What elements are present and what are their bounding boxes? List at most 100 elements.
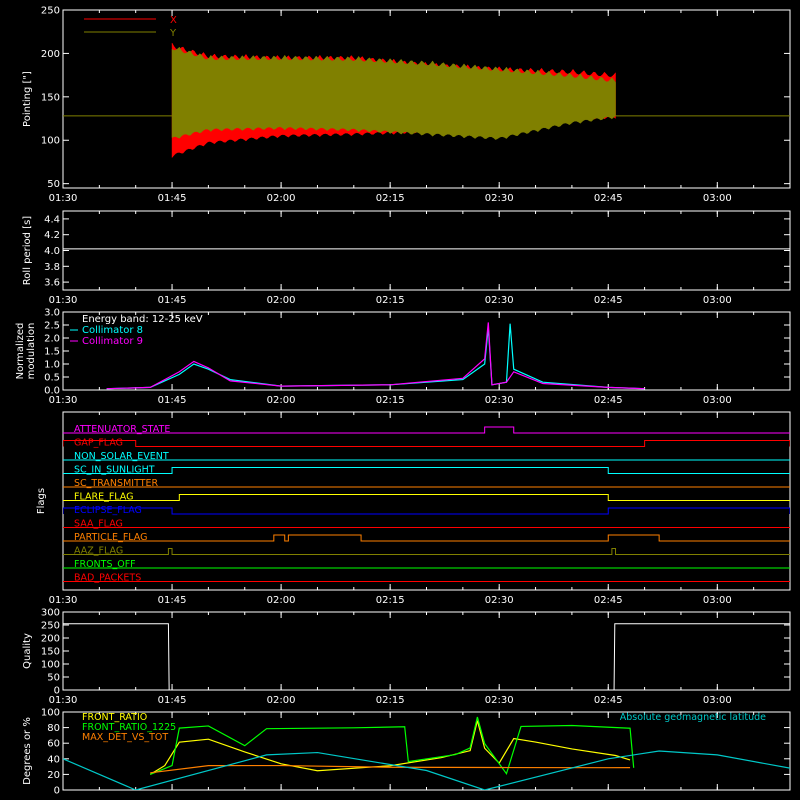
x-tick-label: 02:15: [376, 695, 405, 706]
flag-label-saa-flag: SAA_FLAG: [74, 519, 123, 530]
x-tick-label: 02:00: [267, 295, 296, 306]
x-tick-label: 03:00: [703, 595, 732, 606]
flag-label-particle-flag: PARTICLE_FLAG: [74, 532, 147, 543]
rhessi-quicklook-figure: 01:30 01:45 02:00 02:15 02:30 02:45 03:00 50 100…: [0, 0, 800, 800]
y-tick-label: 80: [47, 723, 60, 734]
x-tick-label: 02:00: [267, 695, 296, 706]
x-tick-label: 02:00: [267, 395, 296, 406]
y-axis-label: Flags: [36, 488, 47, 514]
y-tick-label: 1.5: [44, 347, 60, 358]
x-tick-label: 02:45: [594, 695, 623, 706]
y-tick-label: 100: [41, 136, 60, 147]
flag-label-attenuator-state: ATTENUATOR_STATE: [74, 424, 170, 435]
flag-label-eclipse-flag: ECLIPSE_FLAG: [74, 505, 142, 516]
x-tick-label: 02:15: [376, 595, 405, 606]
x-tick-label: 03:00: [703, 695, 732, 706]
y-tick-label: 100: [41, 660, 60, 671]
x-tick-label: 03:00: [703, 193, 732, 204]
x-tick-label: 02:45: [594, 395, 623, 406]
x-tick-label: 02:30: [485, 395, 514, 406]
x-tick-label: 02:45: [594, 295, 623, 306]
y-tick-label: 60: [47, 739, 60, 750]
multi-panel-chart: 01:30 01:45 02:00 02:15 02:30 02:45 03:00 50 100…: [15, 6, 791, 797]
y-tick-label: 4.4: [44, 214, 60, 225]
y-axis-label: Degrees or %: [22, 717, 33, 785]
legend-label-y: Y: [169, 28, 177, 39]
y-tick-label: 4.0: [44, 246, 60, 257]
x-tick-label: 03:00: [703, 295, 732, 306]
legend-label: Collimator 9: [82, 336, 143, 347]
y-tick-label: 3.6: [44, 278, 60, 289]
flag-trace-flare-flag: [63, 494, 790, 501]
series-collimator-9: [106, 322, 645, 390]
plot-area: [106, 322, 645, 390]
flag-label-gap-flag: GAP_FLAG: [74, 438, 123, 449]
y-tick-label: 0.0: [44, 386, 60, 397]
y-tick-label: 200: [41, 49, 60, 60]
y-tick-label: 4.2: [44, 230, 60, 241]
panel-4: 01:30 01:45 02:00 02:15 02:30 02:45 03:00 Flags…: [36, 411, 791, 606]
x-tick-label: 01:45: [158, 193, 187, 204]
x-tick-label: 01:30: [49, 595, 78, 606]
x-tick-label: 01:45: [158, 295, 187, 306]
legend-label: Collimator 8: [82, 325, 143, 336]
x-tick-label: 02:45: [594, 595, 623, 606]
y-axis-label: Roll period [s]: [22, 216, 33, 285]
y-axis-label: modulation: [26, 323, 37, 380]
series-line: [63, 623, 790, 690]
plot-area: [63, 426, 790, 582]
panel-5: 01:30 01:45 02:00 02:15 02:30 02:45 03:00 0 50 10…: [22, 608, 791, 706]
x-tick-label: 02:30: [485, 295, 514, 306]
y-axis-label: Pointing ["]: [22, 71, 33, 127]
y-tick-label: 300: [41, 608, 60, 619]
y-tick-label: 2.0: [44, 334, 60, 345]
series-collimator-8: [106, 323, 645, 390]
y-tick-label: 250: [41, 621, 60, 632]
x-tick-label: 01:30: [49, 395, 78, 406]
y-tick-label: 3.0: [44, 308, 60, 319]
x-tick-label: 01:30: [49, 695, 78, 706]
x-tick-label: 02:30: [485, 695, 514, 706]
x-tick-label: 02:00: [267, 595, 296, 606]
flag-label-fronts-off: FRONTS_OFF: [74, 559, 136, 570]
x-tick-label: 02:00: [267, 193, 296, 204]
flag-label-aaz-flag: AAZ_FLAG: [74, 546, 123, 557]
panel-frame: [62, 210, 791, 291]
y-tick-label: 0.5: [44, 373, 60, 384]
x-tick-label: 01:30: [49, 193, 78, 204]
y-tick-label: 1.0: [44, 360, 60, 371]
flag-trace-attenuator-state: [63, 426, 790, 434]
y-tick-label: 100: [41, 708, 60, 719]
x-tick-label: 02:45: [594, 193, 623, 204]
legend-label-x: X: [170, 15, 177, 26]
y-tick-label: 3.8: [44, 262, 60, 273]
x-tick-label: 01:30: [49, 295, 78, 306]
x-tick-label: 01:45: [158, 395, 187, 406]
y-tick-label: 20: [47, 770, 60, 781]
flag-label-sc-transmitter: SC_TRANSMITTER: [74, 478, 159, 489]
y-tick-label: 0: [54, 786, 60, 797]
x-tick-label: 02:30: [485, 595, 514, 606]
y-tick-label: 50: [47, 179, 60, 190]
panel-6: 020406080100Degrees or % FRONT_RATIOFRONT…: [22, 708, 791, 797]
flag-label-bad-packets: BAD_PACKETS: [74, 573, 141, 584]
flag-trace-aaz-flag: [63, 548, 790, 555]
flag-label-sc-in-sunlight: SC_IN_SUNLIGHT: [74, 465, 155, 476]
plot-area: [63, 42, 790, 159]
panel-3: 01:30 01:45 02:00 02:15 02:30 02:45 03:00 0.0 0.…: [15, 308, 791, 406]
flag-label-flare-flag: FLARE_FLAG: [74, 492, 134, 503]
x-tick-label: 02:30: [485, 193, 514, 204]
flag-label-non-solar-event: NON_SOLAR_EVENT: [74, 451, 169, 462]
plot-area: [63, 623, 790, 690]
x-tick-label: 02:15: [376, 395, 405, 406]
flag-trace-eclipse-flag: [63, 507, 790, 515]
y-tick-label: 50: [47, 673, 60, 684]
y-tick-label: 150: [41, 647, 60, 658]
x-tick-label: 02:15: [376, 193, 405, 204]
flag-trace-gap-flag: [63, 440, 790, 447]
panel-2: 01:30 01:45 02:00 02:15 02:30 02:45 03:00 3.6 3.…: [22, 210, 791, 306]
y-tick-label: 150: [41, 92, 60, 103]
y-tick-label: 40: [47, 754, 60, 765]
y-axis-label: Quality: [22, 633, 33, 669]
x-tick-label: 03:00: [703, 395, 732, 406]
